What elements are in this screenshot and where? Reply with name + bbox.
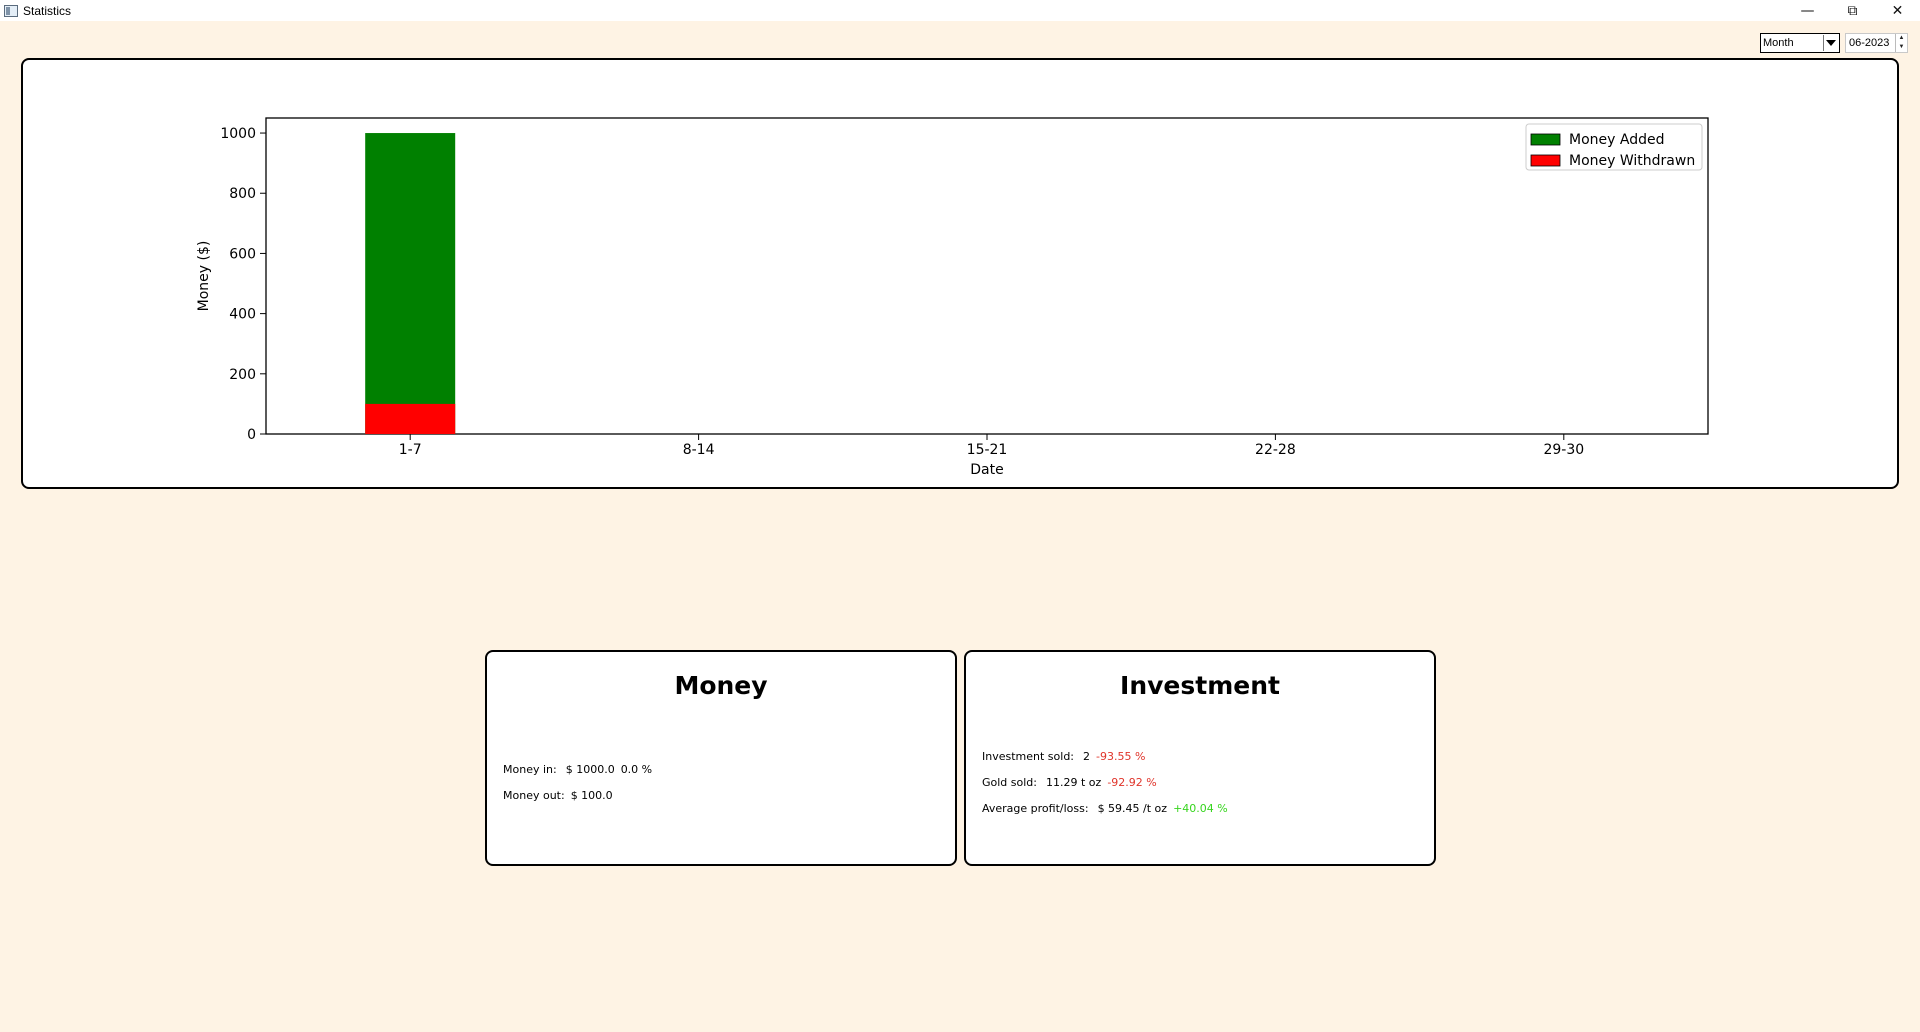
spin-up-icon[interactable]: ▲ [1896,34,1907,43]
close-icon[interactable]: ✕ [1875,0,1920,21]
date-value: 06-2023 [1849,37,1890,49]
spin-down-icon[interactable]: ▼ [1896,43,1907,52]
bar-money-withdrawn [365,403,456,434]
investment-card: Investment Investment sold: 2 -93.55 % G… [964,650,1436,866]
legend-label-money-added: Money Added [1569,132,1664,148]
avg-profit-label: Average profit/loss: [982,802,1089,815]
app-icon [4,4,18,17]
window-controls: — ⧉ ✕ [1785,0,1920,21]
date-spinbox[interactable]: 06-2023 ▲ ▼ [1845,33,1908,53]
y-tick-label: 1000 [220,126,256,142]
spin-buttons: ▲ ▼ [1895,34,1907,52]
legend-swatch-money-added [1530,133,1561,146]
investment-sold-change: -93.55 % [1096,750,1146,763]
x-axis-label: Date [970,462,1003,478]
gold-sold-label: Gold sold: [982,776,1037,789]
avg-profit-value: $ 59.45 /t oz [1097,802,1168,815]
period-dropdown[interactable]: Month [1760,33,1840,53]
restore-icon[interactable]: ⧉ [1830,0,1875,21]
x-tick-label: 29-30 [1543,442,1584,458]
y-tick-label: 800 [229,186,256,202]
money-out-label: Money out: [503,789,565,802]
minimize-icon[interactable]: — [1785,0,1830,21]
investment-sold-label: Investment sold: [982,750,1075,763]
avg-profit-change: +40.04 % [1173,802,1228,815]
period-selected-value: Month [1763,37,1794,49]
x-tick-label: 15-21 [967,442,1008,458]
x-tick-label: 1-7 [399,442,422,458]
money-in-row: Money in: $ 1000.0 0.0 % [503,763,652,776]
money-out-value: $ 100.0 [570,789,613,802]
money-in-label: Money in: [503,763,557,776]
gold-sold-row: Gold sold: 11.29 t oz -92.92 % [982,776,1157,789]
y-tick-label: 200 [229,367,256,383]
money-card-title: Money [674,671,768,700]
money-bar-chart: 0 200 400 600 800 1000 1-7 8-14 15-21 22-28 29-30 D… [196,117,1709,478]
chevron-down-icon[interactable] [1823,35,1838,51]
legend-swatch-money-withdrawn [1530,154,1561,167]
y-axis-label: Money ($) [196,241,212,312]
window-title: Statistics [23,3,72,18]
gold-sold-value: 11.29 t oz [1046,776,1102,789]
title-bar: Statistics — ⧉ ✕ [0,0,1920,21]
money-card: Money Money in: $ 1000.0 0.0 % Money out… [485,650,957,866]
legend-label-money-withdrawn: Money Withdrawn [1569,153,1695,169]
avg-profit-row: Average profit/loss: $ 59.45 /t oz +40.0… [982,802,1228,815]
plot-area [265,117,1709,435]
bar-money-added [365,133,456,435]
investment-card-title: Investment [1120,671,1280,700]
investment-sold-value: 2 [1083,750,1091,763]
investment-sold-row: Investment sold: 2 -93.55 % [982,750,1145,763]
money-in-change: 0.0 % [620,763,653,776]
x-tick-label: 8-14 [683,442,715,458]
y-tick-label: 400 [229,307,256,323]
x-tick-label: 22-28 [1255,442,1296,458]
money-in-value: $ 1000.0 [565,763,615,776]
y-tick-label: 600 [229,246,256,262]
gold-sold-change: -92.92 % [1107,776,1157,789]
chart-panel: 0 200 400 600 800 1000 1-7 8-14 15-21 22-28 29-30 D… [21,58,1899,489]
y-tick-label: 0 [247,427,256,443]
money-out-row: Money out: $ 100.0 [503,789,619,802]
